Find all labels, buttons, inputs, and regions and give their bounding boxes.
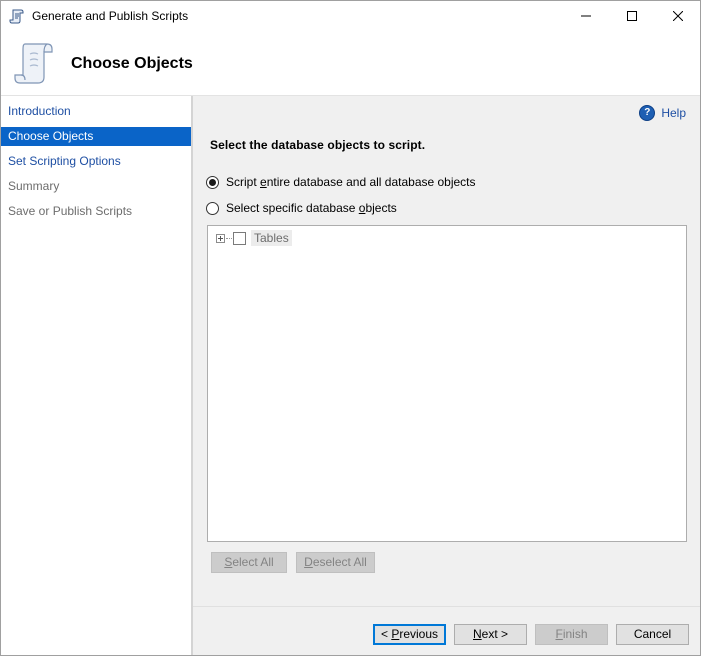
title-bar: Generate and Publish Scripts bbox=[1, 1, 700, 31]
nav-item-save-or-publish: Save or Publish Scripts bbox=[8, 204, 133, 218]
scroll-icon bbox=[13, 41, 55, 87]
tree-node-tables: Tables bbox=[216, 230, 292, 246]
wizard-header: Choose Objects bbox=[1, 31, 700, 96]
help-link[interactable]: ? Help bbox=[639, 105, 686, 121]
cancel-button[interactable]: Cancel bbox=[616, 624, 689, 645]
footer-separator bbox=[193, 606, 700, 607]
help-icon: ? bbox=[639, 105, 656, 121]
tree-node-label[interactable]: Tables bbox=[251, 230, 292, 246]
main-panel: ? Help Select the database objects to sc… bbox=[193, 96, 700, 655]
radio-entire-database[interactable]: Script entire database and all database … bbox=[206, 175, 476, 189]
minimize-button[interactable] bbox=[563, 1, 609, 31]
minimize-icon bbox=[581, 15, 591, 17]
finish-button[interactable]: Finish bbox=[535, 624, 608, 645]
page-title: Choose Objects bbox=[71, 55, 193, 72]
tree-connector bbox=[226, 237, 232, 239]
nav-item-introduction[interactable]: Introduction bbox=[1, 102, 191, 121]
nav-item-choose-objects[interactable]: Choose Objects bbox=[1, 127, 191, 146]
radio-entire-database-label: Script entire database and all database … bbox=[226, 175, 476, 189]
radio-specific-objects-indicator[interactable] bbox=[206, 201, 219, 215]
radio-specific-objects-label: Select specific database objects bbox=[226, 201, 397, 215]
previous-button[interactable]: < Previous bbox=[373, 624, 446, 645]
select-all-button[interactable]: Select All bbox=[211, 552, 287, 573]
maximize-button[interactable] bbox=[609, 1, 655, 31]
help-label: Help bbox=[661, 106, 686, 120]
instruction-text: Select the database objects to script. bbox=[210, 138, 426, 152]
object-tree[interactable]: Tables bbox=[207, 225, 687, 542]
script-scroll-icon bbox=[9, 8, 25, 24]
close-button[interactable] bbox=[655, 1, 700, 31]
tables-checkbox[interactable] bbox=[233, 231, 246, 245]
nav-item-set-scripting-options[interactable]: Set Scripting Options bbox=[1, 152, 191, 171]
nav-item-summary: Summary bbox=[8, 179, 60, 193]
next-button[interactable]: Next > bbox=[454, 624, 527, 645]
window-title: Generate and Publish Scripts bbox=[32, 9, 189, 23]
radio-entire-database-indicator[interactable] bbox=[206, 175, 219, 189]
wizard-window: Generate and Publish Scripts Choose Obje… bbox=[0, 0, 701, 656]
radio-specific-objects[interactable]: Select specific database objects bbox=[206, 201, 397, 215]
deselect-all-button[interactable]: Deselect All bbox=[296, 552, 375, 573]
close-icon bbox=[673, 11, 683, 21]
maximize-icon bbox=[627, 11, 637, 21]
wizard-nav: Introduction Choose Objects Set Scriptin… bbox=[1, 96, 191, 655]
expand-plus-icon[interactable] bbox=[216, 233, 225, 243]
